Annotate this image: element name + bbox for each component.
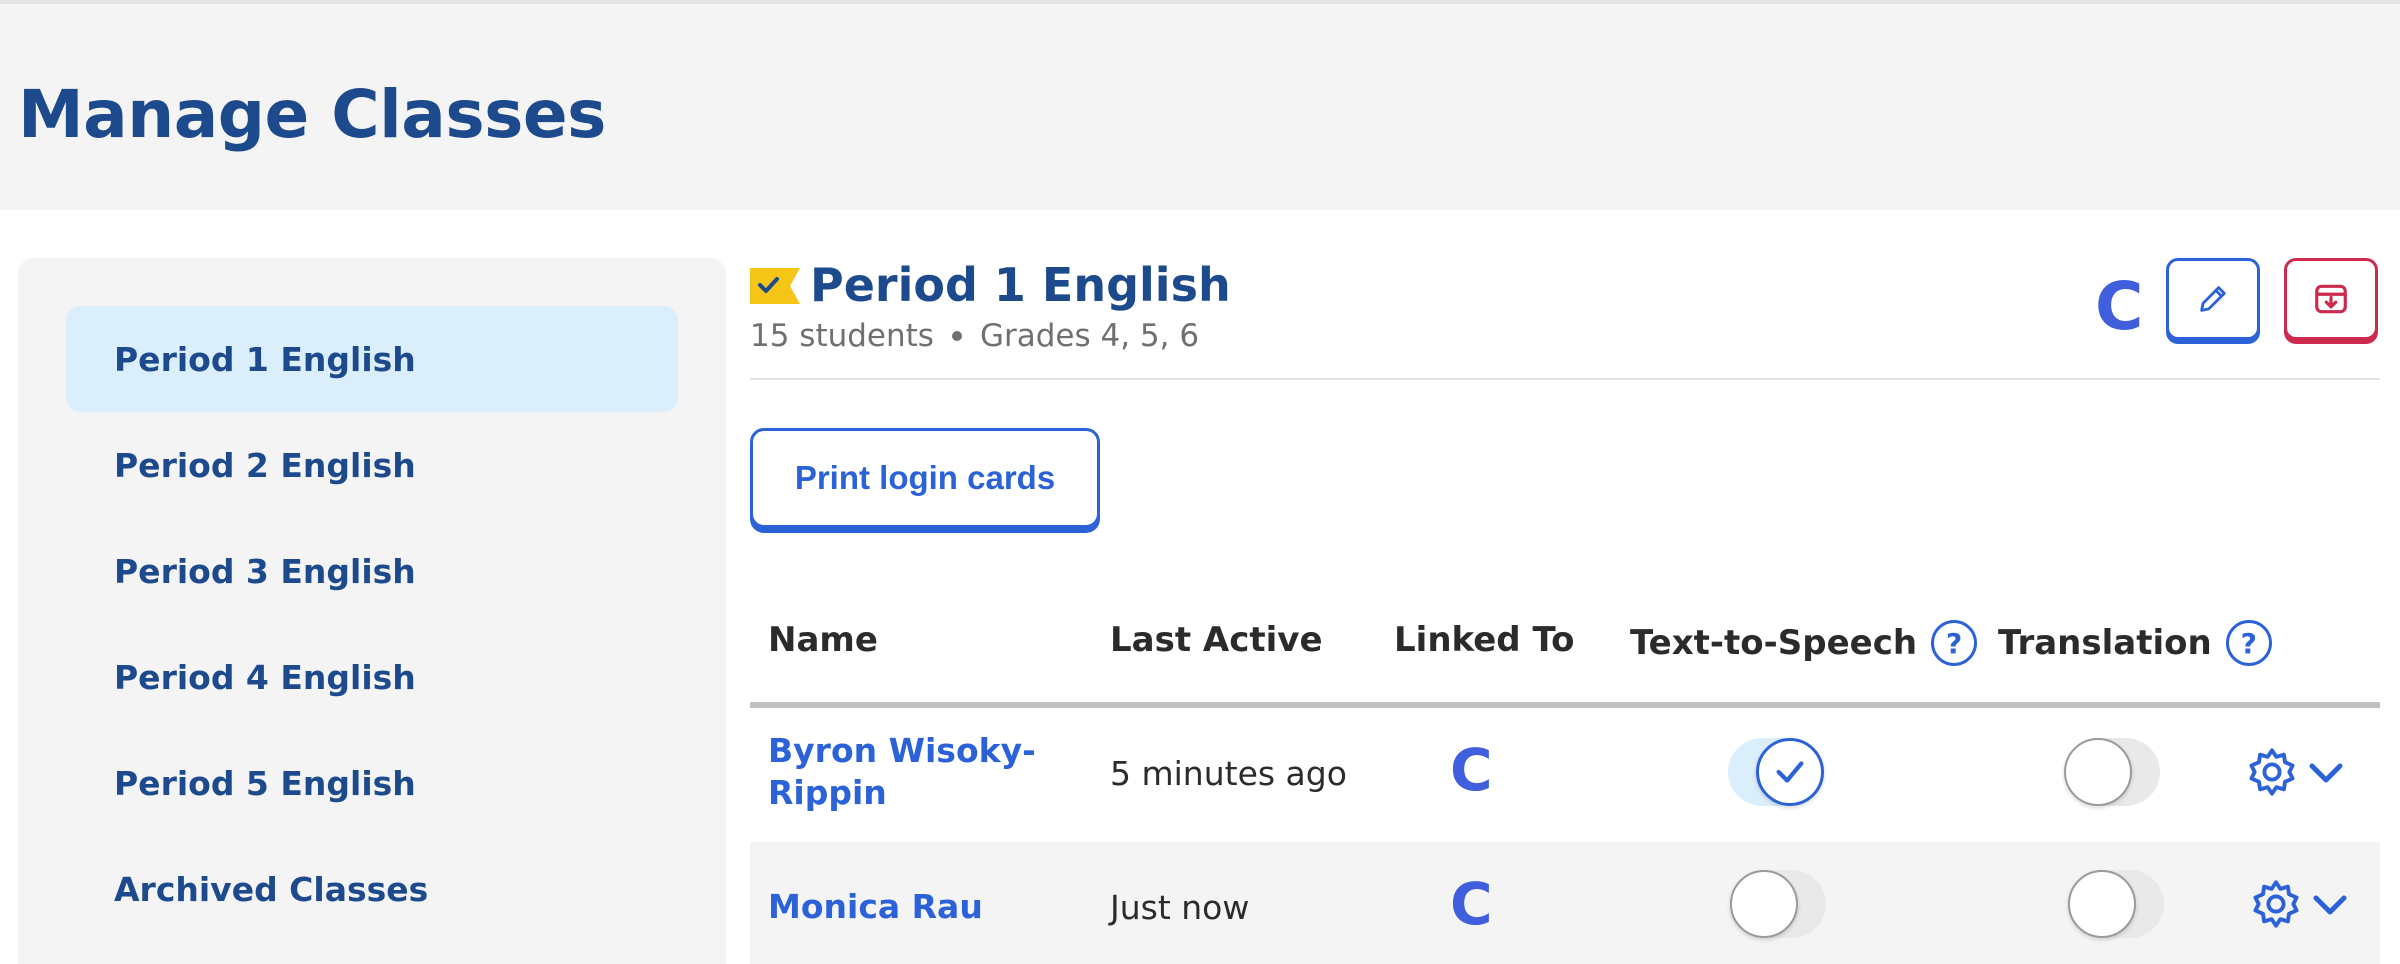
class-meta: 15 students Grades 4, 5, 6 [750, 318, 1199, 354]
sidebar-item-archived[interactable]: Archived Classes [66, 836, 678, 942]
archive-box-icon [2315, 284, 2347, 314]
last-active-value: 5 minutes ago [1110, 754, 1347, 793]
column-header-tts: Text-to-Speech ? [1630, 620, 1978, 666]
student-count: 15 students [750, 318, 934, 354]
sidebar-item-period-5[interactable]: Period 5 English [66, 730, 678, 836]
table-row: Monica Rau Just now C [750, 842, 2380, 964]
header-divider [750, 378, 2380, 380]
gear-icon[interactable] [2246, 746, 2298, 798]
clever-logo-icon: C [1450, 870, 1493, 938]
page-header: Manage Classes [0, 4, 2400, 210]
column-header-name: Name [768, 620, 878, 660]
class-sidebar: Period 1 English Period 2 English Period… [18, 258, 726, 964]
sidebar-item-period-1[interactable]: Period 1 English [66, 306, 678, 412]
tts-help-icon[interactable]: ? [1931, 620, 1978, 666]
column-header-linked-to: Linked To [1394, 620, 1575, 660]
gear-icon[interactable] [2250, 878, 2302, 930]
student-name-link[interactable]: Byron Wisoky- Rippin [768, 730, 1036, 814]
separator-dot [951, 331, 962, 341]
class-flag-icon [750, 268, 800, 304]
sidebar-item-period-3[interactable]: Period 3 English [66, 518, 678, 624]
column-header-last-active: Last Active [1110, 620, 1323, 660]
page-title: Manage Classes [18, 76, 606, 153]
sidebar-item-period-4[interactable]: Period 4 English [66, 624, 678, 730]
chevron-down-icon[interactable] [2306, 758, 2346, 788]
translation-help-icon[interactable]: ? [2225, 620, 2272, 666]
tts-toggle[interactable] [1730, 870, 1826, 938]
checkmark-icon [1776, 761, 1804, 783]
clever-logo-icon: C [2095, 268, 2144, 345]
archive-class-button[interactable] [2284, 258, 2378, 340]
class-title: Period 1 English [810, 258, 1231, 312]
column-header-translation: Translation ? [1998, 620, 2272, 666]
clever-logo-icon: C [1450, 736, 1493, 804]
print-login-cards-button[interactable]: Print login cards [750, 428, 1100, 528]
last-active-value: Just now [1110, 888, 1250, 927]
student-name-link[interactable]: Monica Rau [768, 886, 983, 928]
translation-toggle[interactable] [2068, 870, 2164, 938]
edit-class-button[interactable] [2166, 258, 2260, 340]
sidebar-item-period-2[interactable]: Period 2 English [66, 412, 678, 518]
grade-levels: Grades 4, 5, 6 [979, 318, 1200, 354]
class-detail: Period 1 English 15 students Grades 4, 5… [750, 258, 2380, 964]
translation-toggle[interactable] [2064, 738, 2160, 806]
table-row: Byron Wisoky- Rippin 5 minutes ago C [750, 708, 2380, 838]
chevron-down-icon[interactable] [2310, 890, 2350, 920]
tts-toggle[interactable] [1728, 738, 1824, 806]
pencil-icon [2200, 286, 2226, 312]
